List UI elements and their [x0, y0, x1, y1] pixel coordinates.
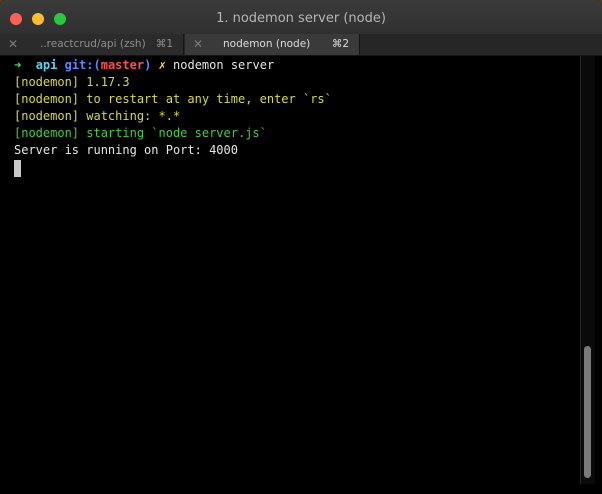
tab-shortcut: ⌘1 — [155, 38, 173, 50]
terminal-window: 1. nodemon server (node) ✕ ..reactcrud/a… — [0, 0, 602, 494]
x-mark-icon: ✗ — [158, 58, 166, 72]
prompt-line: ➜ api git:(master) ✗ nodemon server — [14, 57, 274, 74]
window-title: 1. nodemon server (node) — [216, 11, 386, 26]
text-cursor — [14, 160, 21, 177]
tab-shortcut: ⌘2 — [331, 38, 349, 50]
prompt-branch: master — [100, 58, 145, 72]
scrollbar-thumb[interactable] — [584, 346, 591, 478]
output-line: [nodemon] watching: *.* — [14, 109, 181, 123]
title-bar[interactable]: 1. nodemon server (node) — [0, 0, 602, 35]
prompt-directory: api — [35, 58, 58, 72]
prompt-git-close: ) — [144, 58, 152, 72]
terminal-output[interactable]: ➜ api git:(master) ✗ nodemon server [nod… — [0, 56, 602, 494]
tab-nodemon[interactable]: ✕ nodemon (node) ⌘2 — [185, 34, 360, 55]
close-icon[interactable]: ✕ — [8, 34, 18, 55]
output-line: [nodemon] to restart at any time, enter … — [14, 92, 332, 106]
tab-label: ..reactcrud/api (zsh) — [40, 38, 146, 50]
prompt-git-label: git:( — [64, 58, 101, 72]
prompt-command: nodemon server — [173, 58, 275, 72]
tab-label: nodemon (node) — [223, 38, 311, 50]
arrow-right-icon: ➜ — [14, 58, 22, 72]
output-line: Server is running on Port: 4000 — [14, 143, 238, 157]
tab-zsh[interactable]: ✕ ..reactcrud/api (zsh) ⌘1 — [0, 34, 184, 55]
tab-bar: ✕ ..reactcrud/api (zsh) ⌘1 ✕ nodemon (no… — [0, 34, 602, 56]
vertical-scrollbar[interactable] — [580, 56, 595, 484]
output-line: [nodemon] 1.17.3 — [14, 75, 130, 89]
output-line: [nodemon] starting `node server.js` — [14, 126, 267, 140]
close-icon[interactable]: ✕ — [193, 34, 203, 55]
